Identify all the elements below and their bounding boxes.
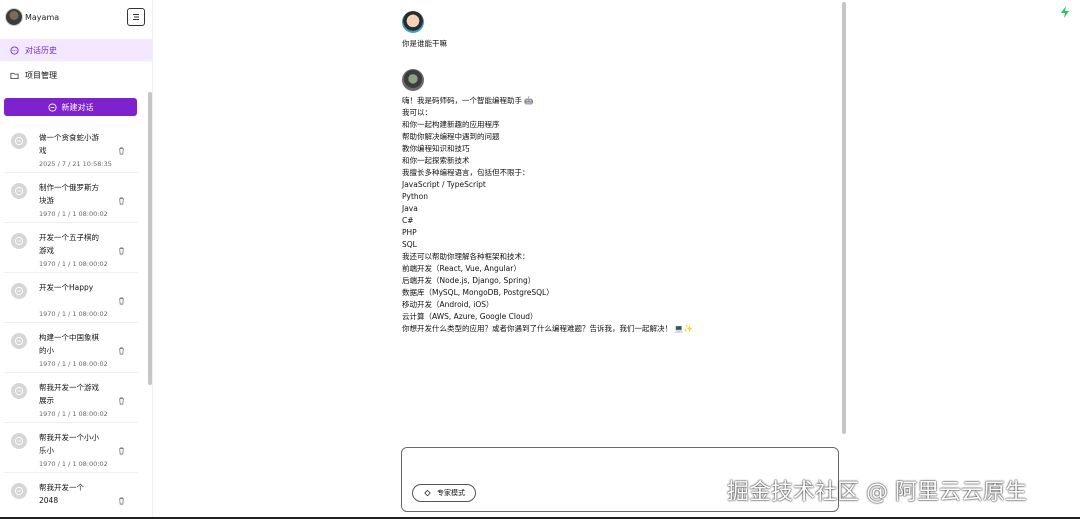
nav-item-projects[interactable]: 项目管理 xyxy=(0,64,152,86)
chat-icon xyxy=(10,45,19,55)
history-item[interactable]: 构建一个中国象棋的小 1970 / 1 / 1 08:00:02 xyxy=(4,324,138,373)
chat-icon xyxy=(47,102,57,112)
new-chat-label: 新建对话 xyxy=(61,102,94,112)
chat-bubble-icon xyxy=(11,233,27,249)
assistant-line: 数据库（MySQL, MongoDB, PostgreSQL） xyxy=(402,288,554,297)
chat-bubble-icon xyxy=(11,283,27,299)
history-item[interactable]: 开发一个五子棋的游戏 1970 / 1 / 1 08:00:02 xyxy=(4,224,138,273)
history-item-title: 帮我开发一个2048 xyxy=(39,483,84,505)
trash-icon[interactable] xyxy=(117,296,126,305)
menu-icon xyxy=(133,14,139,20)
user-name: Mayama xyxy=(25,12,60,22)
chat-bubble-icon xyxy=(11,183,27,199)
watermark: 掘金技术社区 @ 阿里云云原生 xyxy=(727,480,1027,505)
history-item-time: 2025 / 7 / 21 10:58:35 xyxy=(39,160,112,168)
bolt-icon[interactable] xyxy=(1058,5,1072,19)
history-item-title: 帮我开发一个小小乐小 xyxy=(39,433,99,455)
history-item-title: 开发一个五子棋的游戏 xyxy=(39,233,99,255)
folder-icon xyxy=(10,72,19,79)
chat-bubble-icon xyxy=(11,483,27,499)
assistant-line: 移动开发（Android, iOS） xyxy=(402,300,494,309)
assistant-line: 我擅长多种编程语言，包括但不限于： xyxy=(402,168,530,177)
trash-icon[interactable] xyxy=(117,496,126,505)
assistant-line: 前端开发（React, Vue, Angular） xyxy=(402,264,521,273)
assistant-avatar xyxy=(402,69,424,91)
assistant-line: 我可以： xyxy=(402,108,432,117)
history-item-time: 1970 / 1 / 1 08:00:02 xyxy=(39,210,108,218)
history-item-title: 帮我开发一个游戏展示 xyxy=(39,383,99,405)
assistant-line: 云计算（AWS, Azure, Google Cloud） xyxy=(402,312,538,321)
history-item-title: 开发一个Happy xyxy=(39,283,94,292)
assistant-line: JavaScript / TypeScript xyxy=(402,180,486,189)
chat-bubble-icon xyxy=(11,433,27,449)
assistant-line: 我还可以帮助你理解各种框架和技术： xyxy=(402,252,530,261)
nav-item-projects-label: 项目管理 xyxy=(25,70,57,80)
history-item-time: 1970 / 1 / 1 08:00:02 xyxy=(39,460,108,468)
expert-icon xyxy=(424,489,431,496)
chat-bubble-icon xyxy=(11,133,27,149)
trash-icon[interactable] xyxy=(117,346,126,355)
history-item-title: 制作一个俄罗斯方块游 xyxy=(39,183,99,205)
history-item[interactable]: 帮我开发一个游戏展示 1970 / 1 / 1 08:00:02 xyxy=(4,374,138,423)
new-chat-button[interactable]: 新建对话 xyxy=(4,98,137,116)
sidebar: Mayama 对话历史 项目管理 新建对话 做一个贪食蛇小游戏 2025 / 7… xyxy=(0,0,153,519)
history-item-title: 构建一个中国象棋的小 xyxy=(39,333,99,355)
history-item[interactable]: 开发一个Happy 1970 / 1 / 1 08:00:02 xyxy=(4,274,138,323)
assistant-line: 嗨！我是码师码，一个智能编程助手 🤖 xyxy=(402,96,534,105)
assistant-line: Python xyxy=(402,192,428,201)
trash-icon[interactable] xyxy=(117,246,126,255)
assistant-line: PHP xyxy=(402,228,417,237)
sidebar-scrollbar[interactable] xyxy=(148,92,152,385)
assistant-line: 和你一起探索新技术 xyxy=(402,156,470,165)
user-message-avatar xyxy=(402,11,424,33)
user-avatar xyxy=(5,8,23,26)
assistant-line: 和你一起构建新趣的应用程序 xyxy=(402,120,500,129)
assistant-line: 你想开发什么类型的应用？或者你遇到了什么编程难题？告诉我，我们一起解决！ 💻✨ xyxy=(402,324,694,333)
assistant-line: SQL xyxy=(402,240,417,249)
assistant-line: 后端开发（Node.js, Django, Spring） xyxy=(402,276,536,285)
trash-icon[interactable] xyxy=(117,396,126,405)
sidebar-toggle-button[interactable] xyxy=(127,8,145,26)
history-item-title: 做一个贪食蛇小游戏 xyxy=(39,133,99,155)
chat-bubble-icon xyxy=(11,383,27,399)
trash-icon[interactable] xyxy=(117,446,126,455)
nav-item-history[interactable]: 对话历史 xyxy=(0,39,152,61)
history-item[interactable]: 做一个贪食蛇小游戏 2025 / 7 / 21 10:58:35 xyxy=(4,124,138,173)
nav-item-history-label: 对话历史 xyxy=(25,45,57,55)
user-profile[interactable]: Mayama xyxy=(5,8,59,26)
history-item[interactable]: 帮我开发一个2048 xyxy=(4,474,138,514)
history-list: 做一个贪食蛇小游戏 2025 / 7 / 21 10:58:35 制作一个俄罗斯… xyxy=(0,124,146,514)
assistant-line: C# xyxy=(402,216,414,225)
history-item[interactable]: 制作一个俄罗斯方块游 1970 / 1 / 1 08:00:02 xyxy=(4,174,138,223)
assistant-message: 嗨！我是码师码，一个智能编程助手 🤖 我可以： 和你一起构建新趣的应用程序 帮助… xyxy=(402,95,822,335)
trash-icon[interactable] xyxy=(117,196,126,205)
trash-icon[interactable] xyxy=(117,146,126,155)
history-item-time: 1970 / 1 / 1 08:00:02 xyxy=(39,310,108,318)
assistant-line: 帮助你解决编程中遇到的问题 xyxy=(402,132,500,141)
history-item-time: 1970 / 1 / 1 08:00:02 xyxy=(39,410,108,418)
history-item-time: 1970 / 1 / 1 08:00:02 xyxy=(39,260,108,268)
history-item[interactable]: 帮我开发一个小小乐小 1970 / 1 / 1 08:00:02 xyxy=(4,424,138,473)
expert-mode-label: 专家模式 xyxy=(437,489,465,497)
assistant-line: 教你编程知识和技巧 xyxy=(402,144,470,153)
expert-mode-button[interactable]: 专家模式 xyxy=(412,484,476,502)
user-message: 你是谁能干嘛 xyxy=(402,39,447,48)
history-item-time: 1970 / 1 / 1 08:00:02 xyxy=(39,360,108,368)
assistant-line: Java xyxy=(402,204,418,213)
chat-bubble-icon xyxy=(11,333,27,349)
chat-scrollbar[interactable] xyxy=(842,2,846,434)
